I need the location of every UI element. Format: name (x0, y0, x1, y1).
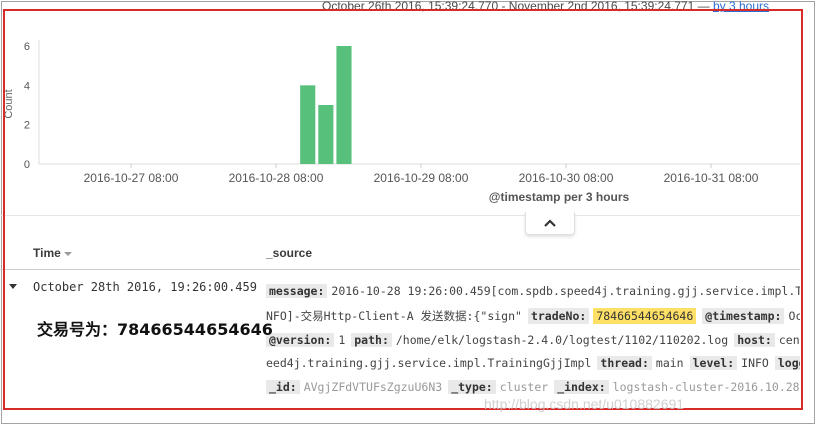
highlight-box (3, 9, 803, 410)
watermark: http://blog.csdn.net/u010882691 (484, 396, 685, 412)
